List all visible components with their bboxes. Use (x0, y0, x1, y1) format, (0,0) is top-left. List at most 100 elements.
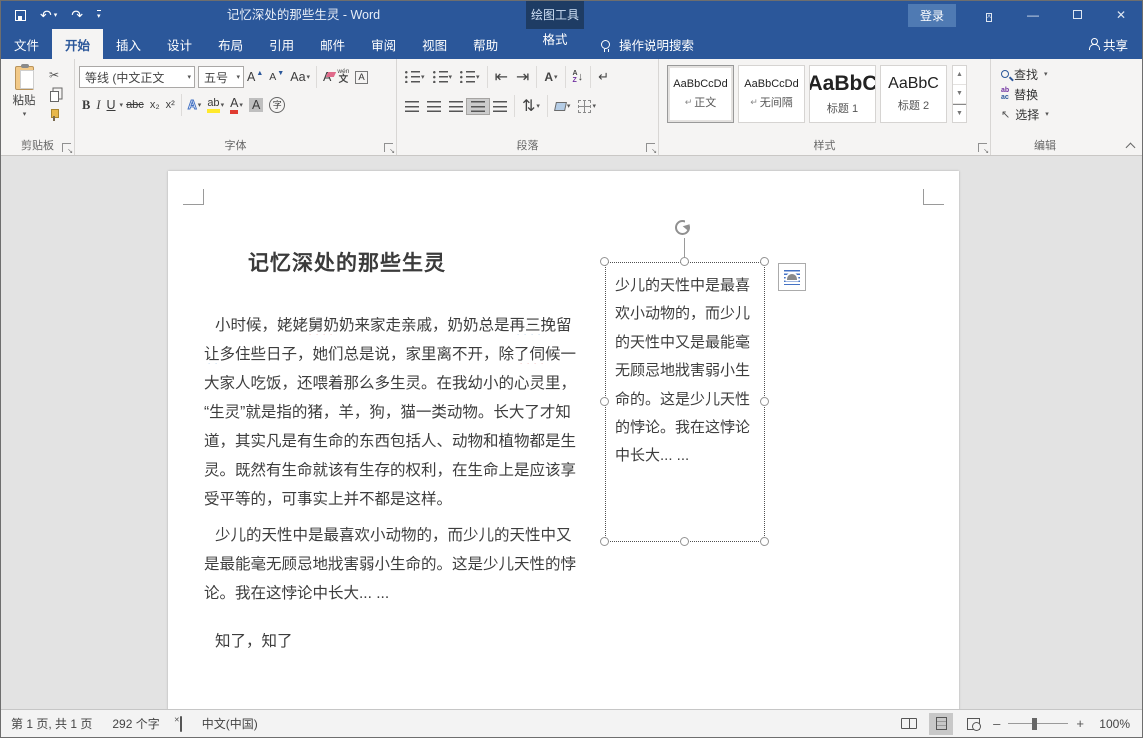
underline-button[interactable]: U (104, 94, 119, 116)
tab-references[interactable]: 引用 (256, 29, 307, 59)
highlight-color-button[interactable]: ab▾ (204, 94, 227, 116)
paragraph-dialog-launcher[interactable] (646, 143, 655, 152)
rotation-handle-icon[interactable] (675, 220, 690, 235)
style-card-heading1[interactable]: AaBbC 标题 1 (809, 65, 876, 123)
resize-handle-bottom-left[interactable] (600, 537, 609, 546)
sort-button[interactable]: AZ↓ (569, 68, 588, 86)
zoom-in-button[interactable]: + (1076, 716, 1084, 731)
styles-scroll-down-icon[interactable]: ▼ (953, 85, 966, 104)
document-page[interactable]: 记忆深处的那些生灵 小时候，姥姥舅奶奶来家走亲戚，奶奶总是再三挽留 让多住些日子… (168, 171, 959, 711)
tab-help[interactable]: 帮助 (460, 29, 511, 59)
page-indicator[interactable]: 第 1 页, 共 1 页 (1, 715, 102, 732)
numbering-button[interactable]: ▾ (429, 69, 457, 85)
undo-button[interactable]: ↶▾ (40, 7, 57, 24)
font-color-button[interactable]: A▾ (227, 94, 246, 116)
style-card-normal[interactable]: AaBbCcDd ↵正文 (667, 65, 734, 123)
strikethrough-button[interactable]: abc (123, 94, 147, 116)
zoom-level[interactable]: 100% (1092, 717, 1130, 731)
bold-button[interactable]: B (79, 94, 93, 116)
increase-indent-button[interactable]: ⇥ (512, 65, 533, 89)
asian-layout-button[interactable]: A▾ (540, 68, 561, 86)
paragraph-2[interactable]: 少儿的天性中是最喜欢小动物的，而少儿的天性中又 是最能毫无顾忌地戕害弱小生命的。… (204, 521, 576, 608)
styles-dialog-launcher[interactable] (978, 143, 987, 152)
resize-handle-bottom-right[interactable] (760, 537, 769, 546)
minimize-button[interactable]: — (1022, 8, 1044, 22)
grow-font-button[interactable]: A▲ (244, 66, 266, 88)
tab-mailings[interactable]: 邮件 (307, 29, 358, 59)
tab-design[interactable]: 设计 (154, 29, 205, 59)
resize-handle-top-left[interactable] (600, 257, 609, 266)
layout-options-button[interactable] (778, 263, 806, 291)
clear-formatting-button[interactable]: A (320, 66, 334, 88)
resize-handle-top-right[interactable] (760, 257, 769, 266)
text-effects-button[interactable]: A▾ (185, 94, 205, 116)
share-button[interactable]: 共享 (1089, 29, 1128, 59)
print-layout-button[interactable] (929, 713, 953, 735)
resize-handle-middle-left[interactable] (600, 397, 609, 406)
justify-button[interactable] (467, 99, 489, 114)
shading-button[interactable]: ▾ (551, 100, 575, 113)
italic-button[interactable]: I (93, 94, 103, 116)
multilevel-list-button[interactable]: ▾ (456, 69, 484, 85)
decrease-indent-button[interactable]: ⇤ (491, 65, 512, 89)
phonetic-guide-button[interactable]: wén文 (334, 66, 352, 88)
select-button[interactable]: ↖ 选择▾ (1001, 104, 1095, 124)
selected-text-box[interactable]: 少儿的天性中是最喜 欢小动物的，而少儿 的天性中又是最能毫 无顾忌地戕害弱小生 … (605, 262, 765, 542)
word-count[interactable]: 292 个字 (102, 715, 169, 732)
enclose-characters-button[interactable]: 字 (266, 94, 288, 116)
resize-handle-top-center[interactable] (680, 257, 689, 266)
customize-qat-button[interactable]: ▾ (97, 10, 101, 20)
close-button[interactable]: ✕ (1110, 8, 1132, 22)
document-title[interactable]: 记忆深处的那些生灵 (248, 247, 446, 277)
style-card-no-spacing[interactable]: AaBbCcDd ↵无间隔 (738, 65, 805, 123)
borders-button[interactable]: ▾ (574, 98, 600, 115)
style-card-heading2[interactable]: AaBbC 标题 2 (880, 65, 947, 123)
zoom-out-button[interactable]: – (993, 716, 1000, 731)
clipboard-dialog-launcher[interactable] (62, 143, 71, 152)
character-border-button[interactable]: A (352, 66, 370, 88)
resize-handle-middle-right[interactable] (760, 397, 769, 406)
zoom-slider[interactable] (1008, 723, 1068, 725)
maximize-button[interactable] (1066, 8, 1088, 22)
signin-button[interactable]: 登录 (908, 4, 956, 27)
align-right-button[interactable] (445, 99, 467, 114)
character-shading-button[interactable]: A (246, 94, 266, 116)
ribbon-display-options-button[interactable]: ˄ (978, 8, 1000, 22)
copy-button[interactable] (43, 87, 65, 103)
align-center-button[interactable] (423, 99, 445, 114)
tab-layout[interactable]: 布局 (205, 29, 256, 59)
tab-format-drawing-tools[interactable]: 格式 (526, 29, 584, 48)
zoom-slider-thumb[interactable] (1032, 718, 1037, 730)
language-indicator[interactable]: 中文(中国) (192, 715, 268, 732)
tell-me-search[interactable]: 操作说明搜索 (601, 29, 694, 59)
paste-button[interactable]: 粘贴 ▾ (5, 64, 43, 137)
change-case-button[interactable]: Aa▾ (287, 66, 313, 88)
collapse-ribbon-button[interactable] (1126, 141, 1134, 149)
font-dialog-launcher[interactable] (384, 143, 393, 152)
replace-button[interactable]: abac 替换 (1001, 84, 1095, 104)
shrink-font-button[interactable]: A▼ (266, 66, 287, 88)
tab-file[interactable]: 文件 (1, 29, 52, 59)
cut-button[interactable]: ✂ (43, 67, 65, 83)
line-spacing-button[interactable]: ⇅▾ (518, 94, 544, 118)
styles-scroll-up-icon[interactable]: ▲ (953, 66, 966, 85)
subscript-button[interactable]: x₂ (147, 94, 163, 116)
proofing-status-button[interactable] (170, 717, 192, 731)
show-hide-marks-button[interactable]: ↵ (594, 67, 613, 87)
resize-handle-bottom-center[interactable] (680, 537, 689, 546)
paragraph-1[interactable]: 小时候，姥姥舅奶奶来家走亲戚，奶奶总是再三挽留 让多住些日子，她们总是说，家里离… (204, 311, 576, 514)
text-box-text[interactable]: 少儿的天性中是最喜 欢小动物的，而少儿 的天性中又是最能毫 无顾忌地戕害弱小生 … (615, 272, 750, 471)
save-button[interactable] (15, 10, 26, 21)
font-size-combo[interactable]: 五号▾ (198, 66, 244, 88)
format-painter-button[interactable] (43, 107, 65, 123)
tab-view[interactable]: 视图 (409, 29, 460, 59)
web-layout-button[interactable] (961, 713, 985, 735)
align-left-button[interactable] (401, 99, 423, 114)
find-button[interactable]: 查找▾ (1001, 64, 1095, 84)
bullets-button[interactable]: ▾ (401, 69, 429, 85)
paragraph-3[interactable]: 知了，知了 (204, 627, 293, 656)
read-mode-button[interactable] (897, 713, 921, 735)
redo-button[interactable]: ↷ (71, 7, 83, 24)
tab-review[interactable]: 审阅 (358, 29, 409, 59)
font-name-combo[interactable]: 等线 (中文正文▾ (79, 66, 195, 88)
